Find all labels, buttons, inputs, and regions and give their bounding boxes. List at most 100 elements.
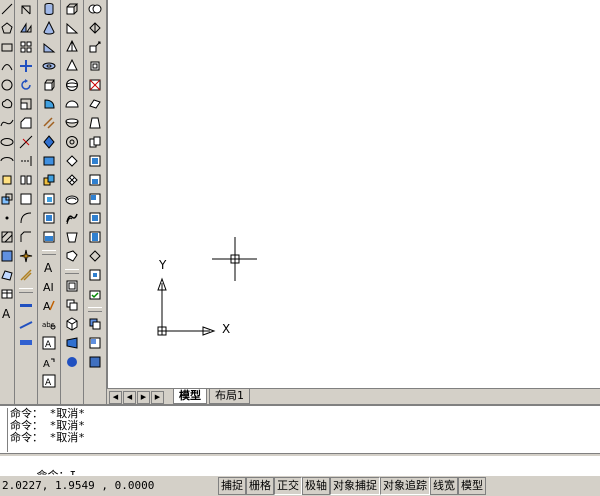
measure-icon[interactable] [18, 267, 34, 283]
pyramid-icon[interactable] [64, 39, 80, 55]
dimension-aligned-icon[interactable] [18, 316, 34, 332]
union-icon[interactable] [41, 172, 57, 188]
cone-icon[interactable] [41, 20, 57, 36]
polar-toggle[interactable]: 极轴 [302, 477, 330, 495]
trim-icon[interactable] [18, 134, 34, 150]
toolbar-grip[interactable] [88, 307, 102, 312]
move-faces-icon[interactable] [87, 39, 103, 55]
tabulated-surface-icon[interactable] [64, 210, 80, 226]
find-text-icon[interactable]: abc [41, 316, 57, 332]
rotate-icon[interactable] [18, 77, 34, 93]
intersect-icon[interactable] [41, 210, 57, 226]
render-icon[interactable] [87, 316, 103, 332]
revolved-surface-icon[interactable] [64, 191, 80, 207]
gradient-icon[interactable] [0, 248, 14, 264]
color-edges-icon[interactable] [87, 191, 103, 207]
rotate-faces-icon[interactable] [87, 96, 103, 112]
erase-icon[interactable] [18, 1, 34, 17]
spline-icon[interactable] [0, 115, 14, 131]
tab-prev-button[interactable]: ◀ [123, 391, 136, 404]
otrack-toggle[interactable]: 对象追踪 [380, 477, 430, 495]
wedge-surface-icon[interactable] [64, 20, 80, 36]
insert-block-icon[interactable] [0, 172, 14, 188]
grid-toggle[interactable]: 栅格 [246, 477, 274, 495]
3d-face-icon[interactable] [64, 153, 80, 169]
view-sphere-icon[interactable] [64, 354, 80, 370]
view-box-icon[interactable] [64, 278, 80, 294]
light-icon[interactable] [87, 354, 103, 370]
single-text-icon[interactable]: AI [41, 278, 57, 294]
revcloud-icon[interactable] [0, 96, 14, 112]
wedge-icon[interactable] [41, 39, 57, 55]
toolbar-grip[interactable] [65, 269, 79, 274]
make-block-icon[interactable] [0, 191, 14, 207]
table-icon[interactable] [0, 286, 14, 302]
justify-text-icon[interactable]: A [41, 373, 57, 389]
edit-text-icon[interactable]: A [41, 297, 57, 313]
edge-surface-icon[interactable] [64, 248, 80, 264]
tab-layout1[interactable]: 布局1 [209, 389, 250, 404]
extrude-faces-icon[interactable] [87, 20, 103, 36]
ellipse-icon[interactable] [0, 134, 14, 150]
snap-toggle[interactable]: 捕捉 [218, 477, 246, 495]
slice-icon[interactable] [41, 115, 57, 131]
cylinder-icon[interactable] [41, 1, 57, 17]
break-icon[interactable] [18, 191, 34, 207]
delete-faces-icon[interactable] [87, 77, 103, 93]
dimension-linear-icon[interactable] [18, 297, 34, 313]
toolbar-grip[interactable] [42, 250, 56, 255]
view-wedge-icon[interactable] [64, 335, 80, 351]
extrude-icon[interactable] [41, 77, 57, 93]
toolbar-grip[interactable] [19, 288, 33, 293]
offset-faces-icon[interactable] [87, 58, 103, 74]
tab-last-button[interactable]: ▶ [151, 391, 164, 404]
scene-icon[interactable] [87, 335, 103, 351]
chamfer-icon[interactable] [18, 229, 34, 245]
tab-next-button[interactable]: ▶ [137, 391, 150, 404]
torus-icon[interactable] [41, 58, 57, 74]
stretch-icon[interactable] [18, 115, 34, 131]
section-icon[interactable] [41, 134, 57, 150]
region-icon[interactable] [0, 267, 14, 283]
imprint-icon[interactable] [87, 210, 103, 226]
command-window-grip[interactable] [3, 408, 8, 452]
explode-icon[interactable] [18, 248, 34, 264]
subtract-icon[interactable] [41, 191, 57, 207]
model-toggle[interactable]: 模型 [458, 477, 486, 495]
polygon-icon[interactable] [0, 20, 14, 36]
command-window[interactable]: 命令： *取消* 命令： *取消* 命令： *取消* 命令：I [0, 404, 600, 482]
view-cube-icon[interactable] [64, 316, 80, 332]
torus-surface-icon[interactable] [64, 134, 80, 150]
mirror-icon[interactable] [18, 39, 34, 55]
union-solid-icon[interactable] [87, 1, 103, 17]
tab-first-button[interactable]: ◀ [109, 391, 122, 404]
scale-text-icon[interactable]: A [41, 354, 57, 370]
mtext-icon[interactable]: A [0, 305, 14, 321]
color-faces-icon[interactable] [87, 153, 103, 169]
view-copy-icon[interactable] [64, 297, 80, 313]
3d-mesh-icon[interactable] [64, 172, 80, 188]
text-icon[interactable]: A [41, 259, 57, 275]
dome-icon[interactable] [64, 96, 80, 112]
cone-surface-icon[interactable] [64, 58, 80, 74]
move-icon[interactable] [18, 58, 34, 74]
drawing-area[interactable]: Y X [107, 0, 600, 388]
clean-icon[interactable] [87, 229, 103, 245]
copy-faces-icon[interactable] [87, 134, 103, 150]
hatch-icon[interactable] [0, 229, 14, 245]
join-icon[interactable] [18, 210, 34, 226]
line-icon[interactable] [0, 1, 14, 17]
dish-icon[interactable] [64, 115, 80, 131]
extend-icon[interactable] [18, 153, 34, 169]
ellipse-arc-icon[interactable] [0, 153, 14, 169]
circle-icon[interactable] [0, 77, 14, 93]
copy-edges-icon[interactable] [87, 172, 103, 188]
shell-icon[interactable] [87, 267, 103, 283]
rectangle-icon[interactable] [0, 39, 14, 55]
taper-faces-icon[interactable] [87, 115, 103, 131]
point-icon[interactable] [0, 210, 14, 226]
ortho-toggle[interactable]: 正交 [274, 477, 302, 495]
scale-icon[interactable] [18, 96, 34, 112]
lineweight-toggle[interactable]: 线宽 [430, 477, 458, 495]
revolve-icon[interactable] [41, 96, 57, 112]
